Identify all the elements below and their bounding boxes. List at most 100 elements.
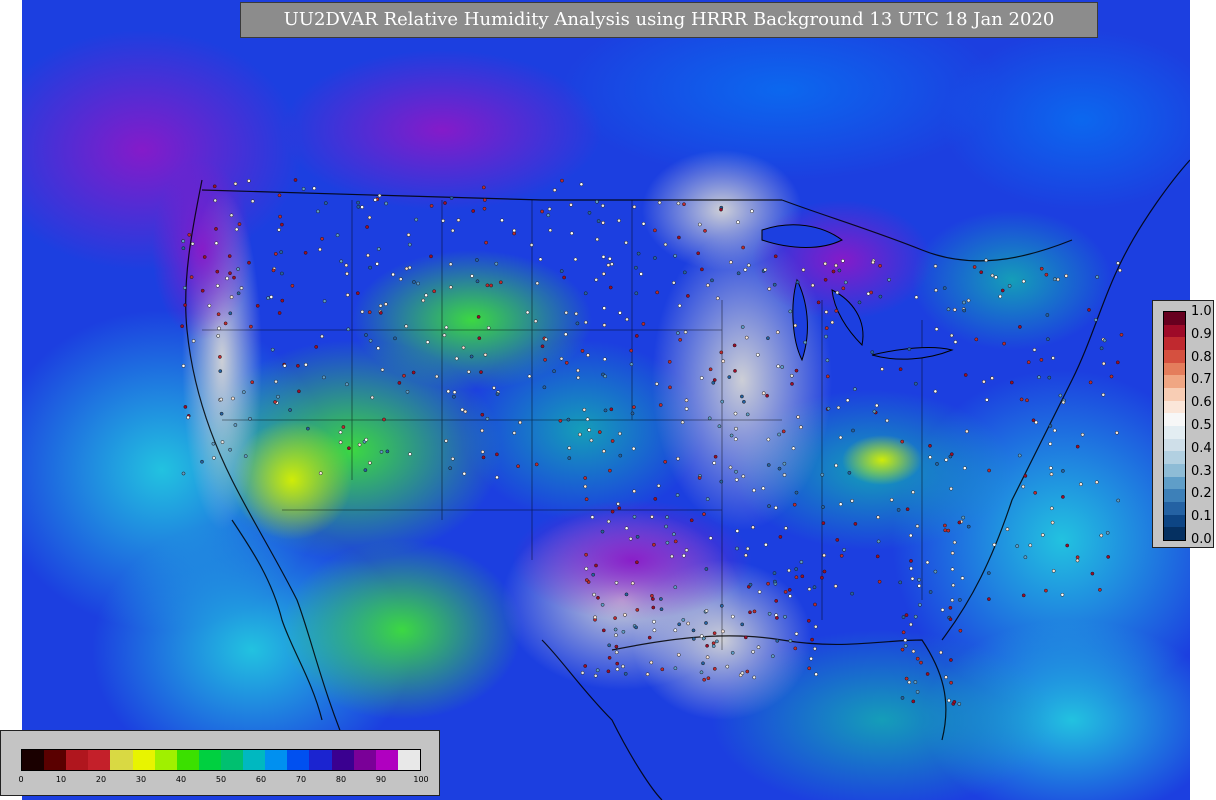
observation-dot bbox=[412, 280, 416, 284]
observation-dot bbox=[215, 283, 220, 288]
observation-dot bbox=[533, 319, 538, 324]
observation-dot bbox=[1039, 358, 1044, 362]
observation-dot bbox=[710, 278, 714, 283]
observation-dot bbox=[944, 675, 948, 680]
observation-dot bbox=[689, 518, 694, 523]
observation-dot bbox=[813, 646, 817, 651]
observation-dot bbox=[806, 618, 811, 623]
observation-dot bbox=[740, 325, 745, 329]
observation-dot bbox=[585, 417, 590, 422]
observation-dot bbox=[228, 271, 232, 276]
observation-dot bbox=[247, 260, 251, 265]
observation-dot bbox=[489, 283, 493, 288]
observation-dot bbox=[645, 672, 650, 677]
observation-colorbar-tick: 0.2 bbox=[1191, 486, 1212, 502]
observation-dot bbox=[634, 291, 639, 296]
observation-dot bbox=[763, 267, 768, 272]
observation-dot bbox=[660, 667, 665, 672]
observation-dot bbox=[624, 526, 629, 531]
observation-dot bbox=[443, 201, 447, 205]
observation-dot bbox=[676, 201, 681, 206]
observation-dot bbox=[900, 696, 905, 700]
observation-dot bbox=[706, 283, 710, 288]
observation-dot bbox=[736, 271, 741, 276]
observation-dot bbox=[583, 484, 588, 489]
observation-dot bbox=[972, 265, 977, 269]
humidity-colorbar-segment bbox=[243, 750, 266, 770]
observation-dot bbox=[707, 416, 712, 421]
observation-dot bbox=[296, 363, 300, 368]
observation-dot bbox=[1093, 318, 1098, 322]
observation-colorbar-tick: 0.6 bbox=[1191, 395, 1212, 411]
observation-dot bbox=[360, 205, 364, 209]
observation-dot bbox=[628, 536, 633, 541]
observation-dot bbox=[944, 458, 949, 462]
observation-dot bbox=[634, 265, 638, 270]
observation-colorbar-tick: 0.0 bbox=[1191, 532, 1212, 547]
observation-dot bbox=[1101, 361, 1106, 366]
observation-dot bbox=[345, 271, 349, 276]
observation-dot bbox=[1034, 420, 1038, 425]
observation-dot bbox=[953, 340, 958, 344]
observation-dot bbox=[213, 198, 218, 203]
observation-dot bbox=[957, 702, 962, 706]
observation-dot bbox=[495, 392, 500, 396]
observation-dot bbox=[183, 405, 188, 409]
observation-dot bbox=[752, 609, 757, 614]
observation-colorbar-tick: 0.1 bbox=[1191, 509, 1212, 525]
observation-dot bbox=[665, 515, 669, 519]
observation-dot bbox=[485, 283, 490, 288]
observation-dot bbox=[271, 268, 276, 273]
observation-dot bbox=[306, 426, 310, 431]
observation-dot bbox=[857, 300, 862, 305]
observation-dot bbox=[495, 452, 499, 457]
humidity-colorbar-segment bbox=[397, 750, 420, 770]
humidity-colorbar-segment bbox=[132, 750, 155, 770]
observation-dot bbox=[949, 486, 953, 491]
observation-dot bbox=[919, 660, 923, 665]
observation-dot bbox=[876, 539, 881, 544]
observation-dot bbox=[373, 198, 378, 202]
observation-dot bbox=[552, 188, 557, 192]
observation-dot bbox=[835, 538, 840, 542]
observation-dot bbox=[809, 656, 813, 661]
observation-dot bbox=[934, 327, 939, 331]
observation-dot bbox=[933, 264, 938, 268]
observation-dot bbox=[320, 334, 324, 339]
observation-dot bbox=[600, 529, 605, 534]
observation-dot bbox=[748, 610, 752, 615]
observation-dot bbox=[831, 269, 836, 274]
observation-dot bbox=[1044, 588, 1048, 593]
observation-dot bbox=[266, 296, 270, 300]
observation-dot bbox=[998, 294, 1003, 299]
observation-dot bbox=[962, 300, 966, 305]
observation-dot bbox=[357, 442, 362, 447]
observation-dot bbox=[527, 374, 532, 379]
observation-dot bbox=[824, 326, 829, 330]
observation-dot bbox=[610, 439, 615, 443]
observation-dot bbox=[1045, 313, 1050, 317]
observation-dot bbox=[346, 327, 351, 332]
observation-dot bbox=[721, 359, 726, 364]
observation-dot bbox=[946, 528, 951, 533]
observation-dot bbox=[647, 635, 652, 640]
observation-dot bbox=[323, 201, 328, 205]
observation-colorbar-tick: 0.5 bbox=[1191, 418, 1212, 433]
observation-dot bbox=[686, 294, 690, 298]
observation-colorbar-segment bbox=[1164, 489, 1185, 502]
observation-dot bbox=[913, 614, 918, 619]
observation-dot bbox=[667, 359, 672, 364]
observation-dot bbox=[421, 298, 426, 303]
observation-dot bbox=[987, 597, 991, 601]
observation-colorbar-segment bbox=[1164, 362, 1185, 376]
observation-dot bbox=[821, 521, 826, 525]
observation-dot bbox=[219, 411, 224, 416]
observation-dot bbox=[584, 552, 588, 557]
observation-dot bbox=[878, 263, 882, 268]
observation-dot bbox=[794, 490, 799, 495]
observation-dot bbox=[774, 599, 779, 603]
observation-dot bbox=[664, 524, 668, 529]
observation-dot bbox=[607, 655, 612, 660]
observation-dot bbox=[684, 548, 689, 552]
observation-dot bbox=[608, 468, 612, 473]
